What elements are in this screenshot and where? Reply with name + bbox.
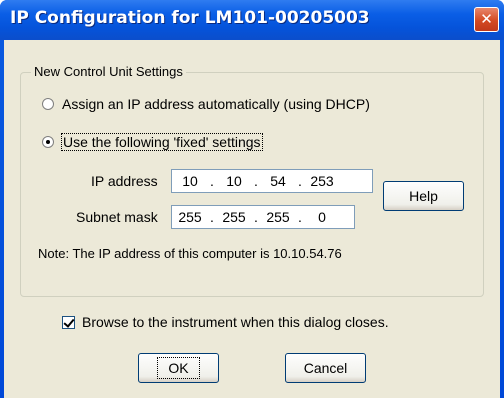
- control-unit-settings-group: New Control Unit Settings Assign an IP a…: [20, 64, 484, 297]
- ip-octet-2[interactable]: 10: [216, 173, 252, 189]
- cancel-button[interactable]: Cancel: [285, 353, 366, 383]
- dhcp-radio[interactable]: [42, 98, 54, 110]
- close-icon: ✕: [480, 10, 493, 28]
- cancel-button-label: Cancel: [303, 360, 348, 376]
- fixed-radio-option[interactable]: Use the following 'fixed' settings: [42, 133, 263, 151]
- subnet-octet-3[interactable]: 255: [260, 209, 296, 225]
- close-button[interactable]: ✕: [474, 7, 499, 32]
- fixed-radio[interactable]: [42, 136, 54, 148]
- subnet-octet-4[interactable]: 0: [304, 209, 340, 225]
- help-button-label: Help: [409, 188, 438, 204]
- dialog-title: IP Configuration for LM101-00205003: [10, 8, 370, 28]
- subnet-octet-1[interactable]: 255: [172, 209, 208, 225]
- title-bar[interactable]: IP Configuration for LM101-00205003 ✕: [0, 0, 504, 40]
- group-label: New Control Unit Settings: [31, 64, 186, 79]
- dhcp-radio-label[interactable]: Assign an IP address automatically (usin…: [62, 96, 370, 112]
- subnet-octet-2[interactable]: 255: [216, 209, 252, 225]
- computer-ip-note: Note: The IP address of this computer is…: [38, 246, 342, 261]
- fixed-radio-label[interactable]: Use the following 'fixed' settings: [61, 133, 263, 151]
- subnet-mask-label: Subnet mask: [76, 209, 158, 225]
- ip-address-field[interactable]: 10 . 10 . 54 . 253: [171, 169, 373, 193]
- ip-octet-1[interactable]: 10: [172, 173, 208, 189]
- dialog-body: New Control Unit Settings Assign an IP a…: [4, 40, 500, 398]
- subnet-separator: .: [210, 209, 214, 225]
- ip-separator: .: [210, 173, 214, 189]
- browse-checkbox-option[interactable]: Browse to the instrument when this dialo…: [62, 314, 389, 330]
- browse-checkbox-label[interactable]: Browse to the instrument when this dialo…: [82, 314, 389, 330]
- ip-separator: .: [254, 173, 258, 189]
- help-button[interactable]: Help: [383, 181, 464, 211]
- browse-checkbox[interactable]: [62, 315, 75, 329]
- dialog-window: IP Configuration for LM101-00205003 ✕ Ne…: [0, 0, 504, 398]
- ip-separator: .: [298, 173, 302, 189]
- dhcp-radio-option[interactable]: Assign an IP address automatically (usin…: [42, 95, 370, 113]
- ip-octet-4[interactable]: 253: [304, 173, 340, 189]
- ok-button-label: OK: [157, 357, 200, 379]
- subnet-separator: .: [254, 209, 258, 225]
- ip-address-label: IP address: [91, 173, 158, 189]
- subnet-separator: .: [298, 209, 302, 225]
- subnet-mask-field[interactable]: 255 . 255 . 255 . 0: [171, 205, 355, 229]
- ok-button[interactable]: OK: [138, 353, 219, 383]
- ip-octet-3[interactable]: 54: [260, 173, 296, 189]
